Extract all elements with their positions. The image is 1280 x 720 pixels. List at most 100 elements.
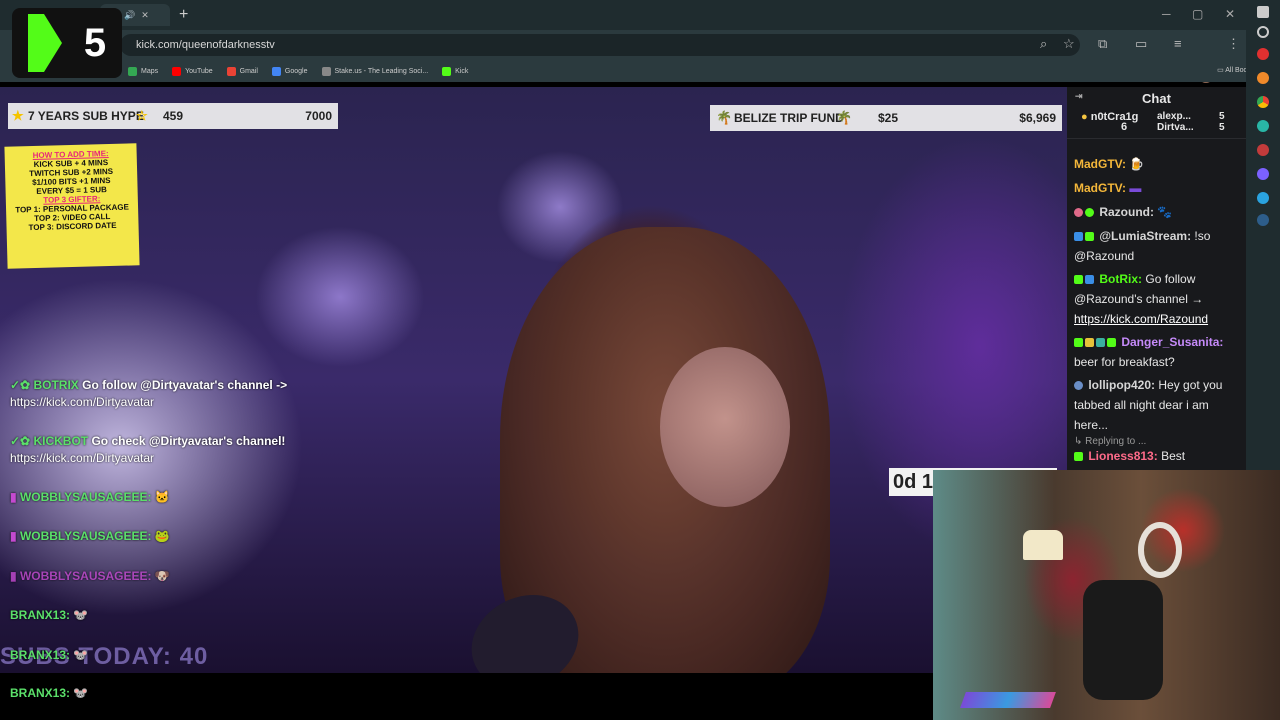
extensions-icon[interactable]: ⧉: [1098, 36, 1107, 52]
more-icon[interactable]: ⋮: [1227, 36, 1240, 52]
strip-purple-icon[interactable]: [1257, 168, 1269, 180]
bookmark-favicon-icon: [172, 66, 182, 76]
bookmark-label: Google: [284, 67, 308, 75]
trip-fund-bar: 🌴 BELIZE TRIP FUND 🌴 $25 $6,969: [710, 105, 1062, 131]
overlay-chat-text: Go follow @Dirtyavatar's channel ->: [82, 378, 288, 392]
emote-icon: ▬: [1129, 181, 1142, 195]
emote-icon: 🐾: [1157, 205, 1173, 219]
tab-bar: 🔊 ✕ + ─ ▢ ✕: [0, 0, 1246, 30]
chat-username[interactable]: Lioness813:: [1088, 449, 1157, 463]
bookmark-item[interactable]: Kick: [442, 66, 469, 76]
chat-message[interactable]: @LumiaStream: !so @Razound: [1074, 226, 1240, 266]
chat-message[interactable]: MadGTV: 🍺: [1074, 154, 1240, 174]
bookmarks-bar: Maps YouTube Gmail Google Stake.us - The Lea…: [0, 60, 1246, 82]
trip-fund-goal: $6,969: [1019, 111, 1056, 125]
sub-badge-icon: [1107, 338, 1116, 347]
minimize-icon[interactable]: ─: [1162, 7, 1171, 21]
chat-message[interactable]: lollipop420: Hey got you tabbed all nigh…: [1074, 375, 1240, 435]
chat-message[interactable]: Lioness813: Best: [1074, 446, 1240, 466]
strip-dark-icon[interactable]: [1257, 144, 1269, 156]
bookmark-item[interactable]: YouTube: [172, 66, 213, 76]
strip-search-icon[interactable]: [1257, 26, 1269, 38]
emote-icon: 🍺: [1129, 157, 1145, 171]
url-field[interactable]: kick.com/queenofdarknesstv: [120, 34, 1080, 56]
mod-badge-icon: [1085, 232, 1094, 241]
star-icon: ★: [12, 108, 24, 123]
streamer-face: [660, 347, 790, 507]
ring-light: [1138, 522, 1182, 578]
strip-red-icon[interactable]: [1257, 48, 1269, 60]
stream-video[interactable]: ★ 7 YEARS SUB HYPE ☆ 459 7000 🌴 BELIZE T…: [0, 87, 1067, 673]
overlay-chat-name: WOBBLYSAUSAGEEE:: [19, 490, 152, 504]
bookmark-label: Kick: [455, 67, 469, 75]
chat-message[interactable]: Razound: 🐾: [1074, 202, 1240, 222]
strip-orange-icon[interactable]: [1257, 72, 1269, 84]
menu-icon[interactable]: ≡: [1174, 36, 1182, 51]
overlay-chat-link: https://kick.com/Dirtyavatar: [10, 395, 154, 409]
chat-username[interactable]: lollipop420:: [1088, 378, 1155, 392]
verified-badge-icon: [1085, 208, 1094, 217]
chat-username[interactable]: MadGTV:: [1074, 181, 1126, 195]
sub-badge-icon: [1074, 381, 1083, 390]
restore-icon[interactable]: ▢: [1192, 7, 1203, 21]
bookmark-item[interactable]: Maps: [128, 66, 159, 76]
url-text: kick.com/queenofdarknesstv: [136, 39, 275, 51]
bookmark-favicon-icon: [442, 66, 452, 76]
overlay-chat-name: BRANX13:: [10, 686, 71, 700]
bookmark-favicon-icon: [321, 66, 331, 76]
tab-close-icon[interactable]: ✕: [141, 10, 149, 21]
og-badge-icon: [1096, 338, 1105, 347]
search-icon[interactable]: ⌕: [1040, 36, 1047, 52]
chat-username[interactable]: MadGTV:: [1074, 157, 1126, 171]
chat-username[interactable]: @LumiaStream:: [1099, 229, 1191, 243]
overlay-chat-line: ▮ WOBBLYSAUSAGEEE: 🐸: [10, 529, 170, 543]
heart-badge-icon: [1074, 208, 1083, 217]
bookmark-label: YouTube: [185, 67, 213, 75]
logo-number: 5: [83, 20, 107, 65]
badge-icon: ▮: [10, 490, 20, 504]
bookmark-label: Maps: [141, 67, 159, 75]
star-icon: ☆: [136, 108, 148, 123]
media-icon[interactable]: ▭: [1135, 36, 1147, 52]
emote-icon: 🐱: [154, 490, 170, 504]
chat-messages[interactable]: MadGTV: 🍺 MadGTV: ▬ Razound: 🐾 @LumiaStr…: [1067, 87, 1246, 470]
kick-k-icon: [27, 14, 74, 72]
new-tab-button[interactable]: +: [179, 6, 188, 24]
bookmark-item[interactable]: Stake.us - The Leading Soci...: [321, 66, 429, 76]
chat-username[interactable]: Razound:: [1099, 205, 1154, 219]
palm-tree-icon: 🌴: [836, 110, 853, 125]
strip-steam-icon[interactable]: [1257, 214, 1269, 226]
bookmark-label: Stake.us - The Leading Soci...: [334, 67, 429, 75]
chat-username[interactable]: Danger_Susanita:: [1121, 335, 1223, 349]
overlay-chat-name: BRANX13:: [10, 648, 71, 662]
bookmark-favicon-icon: [226, 66, 236, 76]
overlay-chat-line: ▮ WOBBLYSAUSAGEEE: 🐱: [10, 490, 170, 504]
mod-badge-icon: [1074, 452, 1083, 461]
window-close-icon[interactable]: ✕: [1225, 7, 1235, 21]
speaker-icon[interactable]: 🔊: [124, 10, 135, 21]
sub-hype-goal: 7000: [305, 109, 332, 123]
chat-message[interactable]: BotRix: Go follow @Razound's channel → h…: [1074, 269, 1240, 329]
bookmark-favicon-icon: [128, 66, 137, 76]
overlay-link-text: https://kick.com/Dirtyavatar: [10, 451, 155, 465]
emote-icon: 🐶: [154, 569, 170, 583]
sub-hype-label: 7 YEARS SUB HYPE: [28, 109, 144, 123]
overlay-chat-line: ▮ WOBBLYSAUSAGEEE: 🐶: [10, 569, 170, 583]
overlay-chat-line: BRANX13: 🐭: [10, 686, 88, 700]
chat-link[interactable]: https://kick.com/Razound: [1074, 312, 1208, 326]
chat-message[interactable]: MadGTV: ▬: [1074, 178, 1240, 198]
add-time-sign: HOW TO ADD TIME: KICK SUB + 4 MINS TWITCH …: [4, 143, 140, 269]
strip-windows-icon[interactable]: [1257, 6, 1269, 18]
strip-teal-icon[interactable]: [1257, 120, 1269, 132]
bot-badge-icon: ✓✿: [10, 378, 34, 392]
bookmark-item[interactable]: Gmail: [226, 66, 258, 76]
bookmark-item[interactable]: Google: [271, 66, 308, 76]
strip-telegram-icon[interactable]: [1257, 192, 1269, 204]
chat-message[interactable]: Danger_Susanita: beer for breakfast?: [1074, 332, 1240, 372]
overlay-link-text: https://kick.com/Dirtyavatar: [10, 395, 155, 409]
webcam-overlay: [933, 470, 1280, 720]
trip-fund-label: BELIZE TRIP FUND: [734, 111, 844, 125]
strip-chrome-icon[interactable]: [1257, 96, 1269, 108]
star-icon[interactable]: ☆: [1063, 36, 1075, 52]
chat-username[interactable]: BotRix:: [1099, 272, 1142, 286]
